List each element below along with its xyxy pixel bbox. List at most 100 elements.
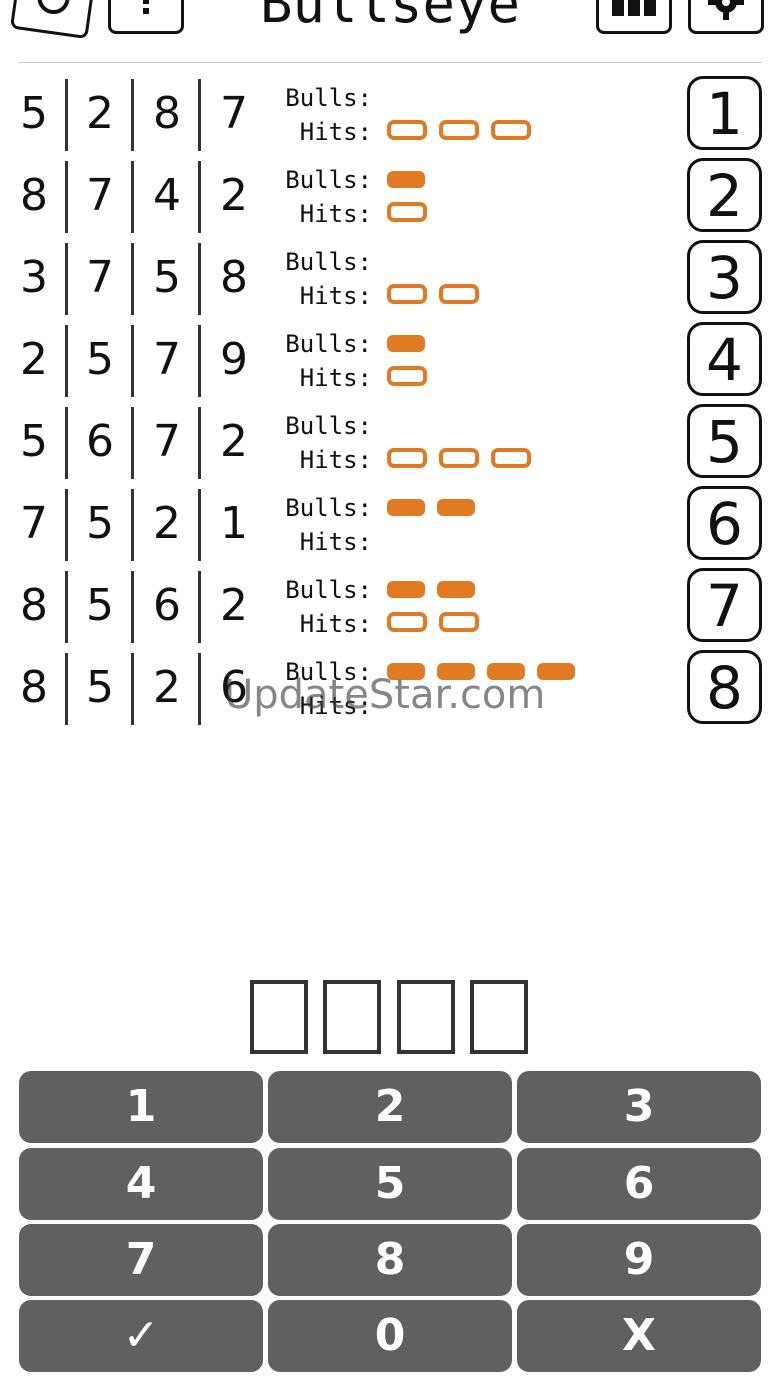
key-9[interactable]: 9 <box>517 1224 761 1296</box>
hit-peg <box>439 612 479 632</box>
input-slot <box>397 980 455 1054</box>
bulls-label: Bulls: <box>285 576 372 604</box>
guess-digit: 2 <box>153 662 181 713</box>
digit-separator <box>198 407 201 479</box>
watermark: UpdateStar.com <box>224 672 546 718</box>
digit-separator <box>131 325 134 397</box>
key-8[interactable]: 8 <box>268 1224 512 1296</box>
guess-digit: 1 <box>220 498 248 549</box>
guess-number-badge: 6 <box>687 486 762 560</box>
hits-pegs <box>387 448 531 472</box>
guess-digit: 5 <box>20 416 48 467</box>
digit-separator <box>65 489 68 561</box>
bull-peg <box>387 581 425 598</box>
bulls-label: Bulls: <box>285 330 372 358</box>
digit-separator <box>131 161 134 233</box>
key-0[interactable]: 0 <box>268 1300 512 1372</box>
guess-digit: 3 <box>20 252 48 303</box>
bulls-pegs <box>387 169 425 193</box>
digit-separator <box>131 79 134 151</box>
bull-peg <box>437 581 475 598</box>
stats-icon <box>612 0 656 16</box>
hits-label: Hits: <box>299 610 372 638</box>
guess-digit: 7 <box>153 416 181 467</box>
guess-digit: 7 <box>220 88 248 139</box>
digit-separator <box>65 161 68 233</box>
guess-number-badge: 4 <box>687 322 762 396</box>
digit-separator <box>198 161 201 233</box>
hits-label: Hits: <box>299 528 372 556</box>
digit-separator <box>65 407 68 479</box>
bull-peg <box>387 171 425 188</box>
guess-number-badge: 5 <box>687 404 762 478</box>
hit-peg <box>387 284 427 304</box>
hit-peg <box>387 448 427 468</box>
hits-label: Hits: <box>299 446 372 474</box>
header-divider <box>18 62 762 63</box>
guess-row: 5 6 7 2 Bulls: Hits: 5 <box>0 404 780 489</box>
bulls-pegs <box>387 333 425 357</box>
bulls-pegs <box>387 497 475 521</box>
bulls-pegs <box>387 579 475 603</box>
key-2[interactable]: 2 <box>268 1071 512 1143</box>
guess-digit: 2 <box>220 416 248 467</box>
hit-peg <box>439 448 479 468</box>
digit-separator <box>198 79 201 151</box>
key-7[interactable]: 7 <box>19 1224 263 1296</box>
bulls-label: Bulls: <box>285 412 372 440</box>
digit-separator <box>198 653 201 725</box>
key-6[interactable]: 6 <box>517 1148 761 1220</box>
hit-peg <box>387 612 427 632</box>
clear-key[interactable]: X <box>517 1300 761 1372</box>
hits-label: Hits: <box>299 118 372 146</box>
submit-key[interactable]: ✓ <box>19 1300 263 1372</box>
bull-peg <box>437 499 475 516</box>
key-1[interactable]: 1 <box>19 1071 263 1143</box>
hit-peg <box>491 120 531 140</box>
settings-icon <box>708 0 744 20</box>
guess-digit: 5 <box>86 334 114 385</box>
bulls-label: Bulls: <box>285 248 372 276</box>
guess-digit: 5 <box>86 580 114 631</box>
hits-pegs <box>387 612 479 636</box>
guess-row: 7 5 2 1 Bulls: Hits: 6 <box>0 486 780 571</box>
key-3[interactable]: 3 <box>517 1071 761 1143</box>
guess-row: 8 5 6 2 Bulls: Hits: 7 <box>0 568 780 653</box>
digit-separator <box>65 571 68 643</box>
digit-separator <box>198 489 201 561</box>
stats-button[interactable] <box>596 0 672 34</box>
bulls-label: Bulls: <box>285 494 372 522</box>
digit-separator <box>198 243 201 315</box>
key-5[interactable]: 5 <box>268 1148 512 1220</box>
guess-number-badge: 3 <box>687 240 762 314</box>
hit-peg <box>387 366 427 386</box>
digit-separator <box>131 489 134 561</box>
guess-number-badge: 7 <box>687 568 762 642</box>
digit-separator <box>131 407 134 479</box>
key-4[interactable]: 4 <box>19 1148 263 1220</box>
hit-peg <box>439 120 479 140</box>
guess-digit: 5 <box>153 252 181 303</box>
guess-row: 3 7 5 8 Bulls: Hits: 3 <box>0 240 780 325</box>
hit-peg <box>387 120 427 140</box>
hits-pegs <box>387 284 479 308</box>
digit-separator <box>198 571 201 643</box>
digit-separator <box>65 243 68 315</box>
hits-label: Hits: <box>299 200 372 228</box>
settings-button[interactable] <box>688 0 764 34</box>
guess-row: 2 5 7 9 Bulls: Hits: 4 <box>0 322 780 407</box>
digit-separator <box>131 653 134 725</box>
digit-separator <box>65 653 68 725</box>
hit-peg <box>387 202 427 222</box>
guess-digit: 2 <box>220 170 248 221</box>
guess-digit: 8 <box>153 88 181 139</box>
guess-digit: 8 <box>20 580 48 631</box>
guess-number-badge: 8 <box>687 650 762 724</box>
guess-digit: 7 <box>86 252 114 303</box>
guess-number-badge: 2 <box>687 158 762 232</box>
guess-digit: 5 <box>86 498 114 549</box>
guess-digit: 9 <box>220 334 248 385</box>
hits-label: Hits: <box>299 282 372 310</box>
digit-separator <box>65 325 68 397</box>
input-slot <box>470 980 528 1054</box>
